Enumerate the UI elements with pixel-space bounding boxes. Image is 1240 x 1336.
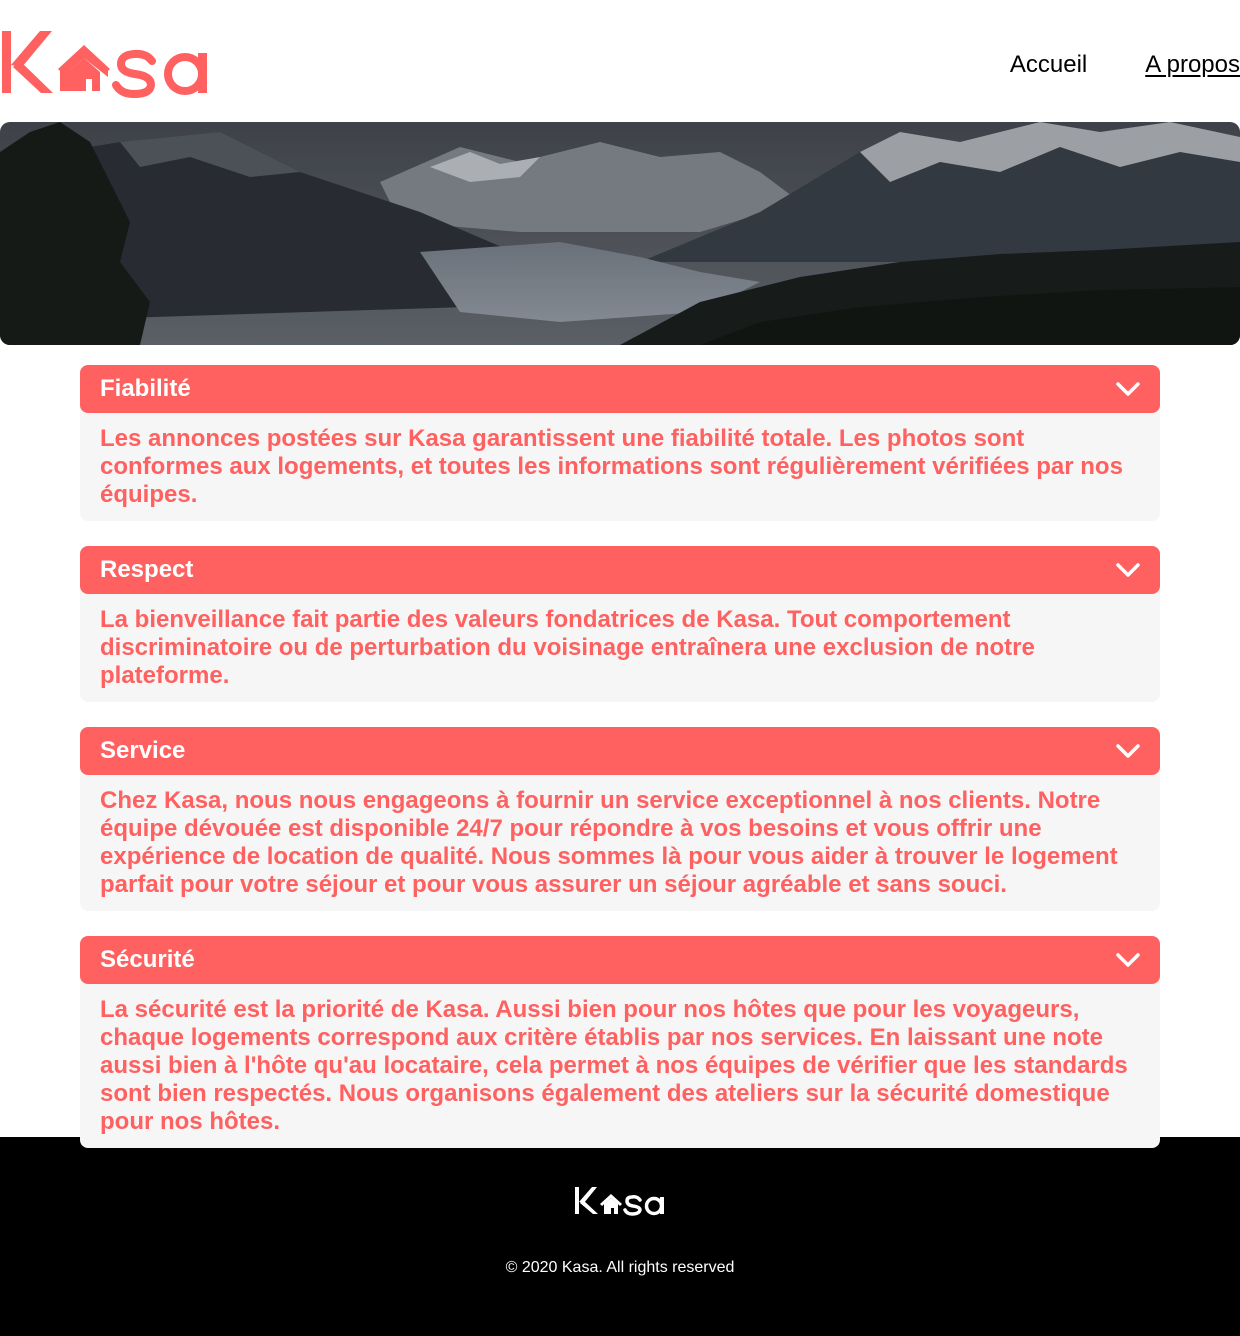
main-nav: Accueil A propos [1010,50,1240,80]
collapse-content: La sécurité est la priorité de Kasa. Aus… [80,976,1160,1148]
collapse-respect: Respect La bienveillance fait partie des… [80,546,1160,702]
collapse-fiabilite: Fiabilité Les annonces postées sur Kasa … [80,365,1160,521]
nav-about-link[interactable]: A propos [1145,50,1240,80]
collapse-title: Service [100,737,186,764]
collapse-title: Fiabilité [100,375,191,402]
mountain-landscape-image [0,122,1240,345]
hero-banner [0,122,1240,345]
collapse-content: La bienveillance fait partie des valeurs… [80,586,1160,702]
collapse-header[interactable]: Service [80,727,1160,775]
collapse-text: Les annonces postées sur Kasa garantisse… [100,425,1123,508]
site-header: Accueil A propos [0,0,1240,122]
chevron-down-icon[interactable] [1116,558,1140,582]
copyright-text: © 2020 Kasa. All rights reserved [505,1259,735,1276]
collapse-title: Sécurité [100,946,195,973]
kasa-footer-logo [575,1187,664,1216]
chevron-down-icon[interactable] [1116,377,1140,401]
collapse-text: La sécurité est la priorité de Kasa. Aus… [100,996,1128,1135]
collapse-content: Chez Kasa, nous nous engageons à fournir… [80,767,1160,911]
collapse-service: Service Chez Kasa, nous nous engageons à… [80,727,1160,911]
nav-home-link[interactable]: Accueil [1010,50,1087,80]
collapse-securite: Sécurité La sécurité est la priorité de … [80,936,1160,1148]
collapse-header[interactable]: Fiabilité [80,365,1160,413]
site-footer: © 2020 Kasa. All rights reserved [0,1137,1240,1336]
collapse-text: Chez Kasa, nous nous engageons à fournir… [100,787,1118,898]
chevron-down-icon[interactable] [1116,739,1140,763]
chevron-down-icon[interactable] [1116,948,1140,972]
values-accordion: Fiabilité Les annonces postées sur Kasa … [80,365,1160,1173]
kasa-logo[interactable] [0,27,212,99]
collapse-text: La bienveillance fait partie des valeurs… [100,606,1035,689]
collapse-header[interactable]: Sécurité [80,936,1160,984]
collapse-title: Respect [100,556,194,583]
collapse-content: Les annonces postées sur Kasa garantisse… [80,405,1160,521]
collapse-header[interactable]: Respect [80,546,1160,594]
